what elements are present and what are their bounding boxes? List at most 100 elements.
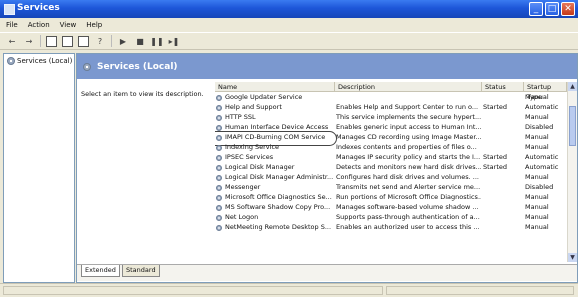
table-row[interactable]: Indexing Service Indexes contents and pro… [215,143,567,153]
service-description: Transmits net send and Alerter service m… [336,183,481,191]
service-startup-type: Automatic [525,163,559,171]
view-tabs: Extended Standard [77,264,577,281]
service-description: Run portions of Microsoft Office Diagnos… [336,193,481,201]
description-prompt: Select an item to view its description. [81,90,204,98]
service-name: Logical Disk Manager Administr... [225,173,334,181]
service-name: Net Logon [225,213,259,221]
tree-item-services-local[interactable]: Services (Local) [7,57,72,65]
service-startup-type: Manual [525,173,549,181]
pane-header: Services (Local) [77,54,577,79]
table-row[interactable]: Microsoft Office Diagnostics Se... Run po… [215,193,567,203]
service-description: Enables an authorized user to access thi… [336,223,480,231]
status-cell [386,286,574,295]
table-row[interactable]: HTTP SSL This service implements the secu… [215,113,567,123]
service-startup-type: Manual [525,193,549,201]
service-name: Logical Disk Manager [225,163,295,171]
service-description: Enables generic input access to Human In… [336,123,481,131]
table-row[interactable]: Net Logon Supports pass-through authentic… [215,213,567,223]
table-row[interactable]: Google Updater Service Manual [215,93,567,103]
service-status: Started [483,163,508,171]
scroll-up-icon[interactable]: ▲ [568,82,577,91]
show-hide-tree-icon[interactable] [46,35,57,47]
service-status: Started [483,153,508,161]
tree-item-label: Services (Local) [17,57,73,65]
service-name: MS Software Shadow Copy Pro... [225,203,331,211]
window-controls: _ □ ✕ [529,2,575,16]
service-startup-type: Manual [525,93,549,101]
service-startup-type: Manual [525,143,549,151]
menu-view[interactable]: View [60,21,77,29]
menu-bar: File Action View Help [0,18,578,32]
service-description: Configures hard disk drives and volumes.… [336,173,479,181]
minimize-button[interactable]: _ [529,2,543,16]
console-tree: Services (Local) [3,53,75,283]
properties-icon[interactable] [62,35,73,47]
maximize-button[interactable]: □ [545,2,559,16]
service-name: HTTP SSL [225,113,256,121]
title-bar[interactable]: Services _ □ ✕ [0,0,578,18]
service-startup-type: Disabled [525,183,554,191]
service-description: Manages software-based volume shadow ... [336,203,479,211]
service-startup-type: Manual [525,213,549,221]
service-description: Manages IP security policy and starts th… [336,153,481,161]
services-list: Name Description Status Startup Type Goo… [215,82,567,262]
status-cell [3,286,383,295]
service-description: Supports pass-through authentication of … [336,213,480,221]
help-icon[interactable]: ? [94,35,106,47]
status-bar [0,283,578,297]
close-button[interactable]: ✕ [561,2,575,16]
stop-service-icon[interactable]: ■ [134,35,146,47]
service-name: Google Updater Service [225,93,303,101]
services-window: Services _ □ ✕ File Action View Help ← →… [0,0,578,297]
table-row[interactable]: NetMeeting Remote Desktop S... Enables an… [215,223,567,233]
menu-file[interactable]: File [6,21,18,29]
table-row[interactable]: MS Software Shadow Copy Pro... Manages so… [215,203,567,213]
scroll-thumb[interactable] [569,106,576,146]
vertical-scrollbar[interactable]: ▲ ▼ [567,82,577,262]
column-header-name[interactable]: Name [215,82,335,92]
column-header-status[interactable]: Status [482,82,524,92]
tab-extended[interactable]: Extended [81,265,120,277]
pause-service-icon[interactable]: ❚❚ [150,35,163,47]
forward-arrow-icon[interactable]: → [23,35,35,47]
table-row[interactable]: Messenger Transmits net send and Alerter … [215,183,567,193]
gears-icon [83,62,91,71]
table-row[interactable]: Logical Disk Manager Administr... Configu… [215,173,567,183]
table-row[interactable]: IPSEC Services Manages IP security policy… [215,153,567,163]
column-header-description[interactable]: Description [335,82,482,92]
service-name: Indexing Service [225,143,280,151]
menu-help[interactable]: Help [86,21,102,29]
service-name: NetMeeting Remote Desktop S... [225,223,332,231]
toolbar: ← → ? ▶ ■ ❚❚ ▸❚ [0,32,578,50]
toolbar-separator [111,35,112,47]
service-startup-type: Manual [525,113,549,121]
service-startup-type: Manual [525,133,549,141]
restart-service-icon[interactable]: ▸❚ [168,35,180,47]
pane-title: Services (Local) [97,61,178,72]
back-arrow-icon[interactable]: ← [6,35,18,47]
tab-standard[interactable]: Standard [122,265,160,277]
menu-action[interactable]: Action [28,21,50,29]
scroll-down-icon[interactable]: ▼ [568,253,577,262]
service-startup-type: Automatic [525,153,559,161]
table-row[interactable]: Logical Disk Manager Detects and monitors… [215,163,567,173]
export-list-icon[interactable] [78,35,89,47]
service-description: This service implements the secure hyper… [336,113,481,121]
service-startup-type: Manual [525,223,549,231]
service-name: Microsoft Office Diagnostics Se... [225,193,332,201]
column-header-startup-type[interactable]: Startup Type [524,82,567,101]
service-status: Started [483,103,508,111]
service-startup-type: Automatic [525,103,559,111]
details-pane: Services (Local) Select an item to view … [76,53,578,283]
service-description: Manages CD recording using Image Master.… [336,133,481,141]
gears-icon [7,57,15,65]
start-service-icon[interactable]: ▶ [117,35,129,47]
table-row[interactable]: Help and Support Enables Help and Support… [215,103,567,113]
toolbar-separator [40,35,41,47]
table-row[interactable]: IMAPI CD-Burning COM Service Manages CD r… [215,131,567,146]
service-name: Messenger [225,183,261,191]
service-name: Help and Support [225,103,282,111]
service-startup-type: Disabled [525,123,554,131]
service-startup-type: Manual [525,203,549,211]
services-app-icon [4,4,15,15]
